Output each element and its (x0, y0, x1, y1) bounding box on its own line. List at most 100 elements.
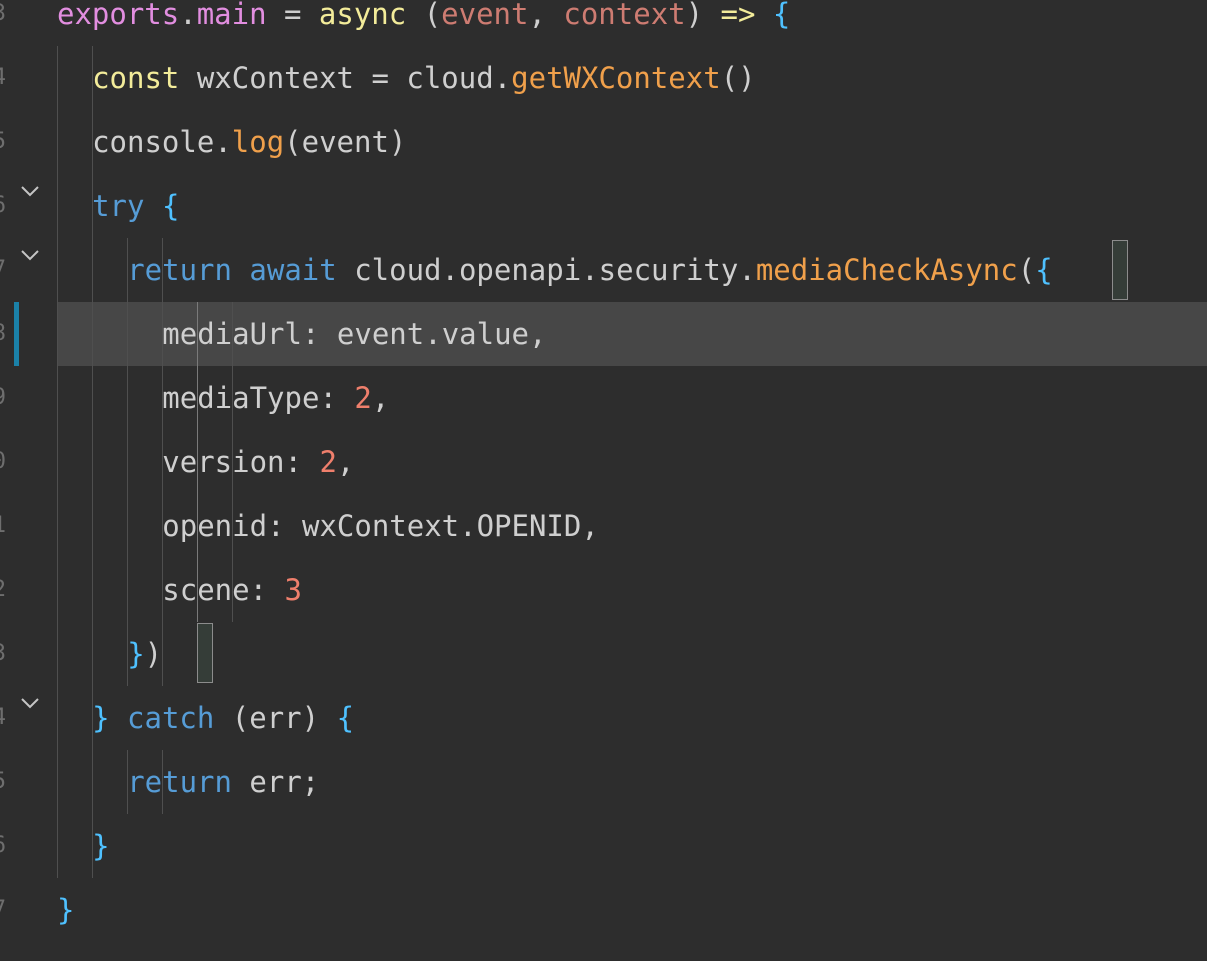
code-token: openid (162, 509, 268, 543)
code-token: openapi (458, 253, 582, 287)
code-token: } (127, 637, 145, 671)
code-line[interactable]: mediaType: 2, (162, 366, 389, 430)
code-token: ( (406, 0, 442, 31)
bracket-match-highlight (1112, 240, 1128, 300)
code-line[interactable]: return err; (127, 750, 319, 814)
code-line[interactable]: return await cloud.openapi.security.medi… (127, 238, 1052, 302)
code-token: wxContext = (179, 61, 407, 95)
code-token: . (179, 0, 197, 31)
code-line[interactable]: scene: 3 (162, 558, 302, 622)
code-token: . (493, 61, 512, 95)
code-token: console (92, 125, 215, 159)
code-token: catch (127, 701, 215, 735)
code-line[interactable]: try { (92, 174, 179, 238)
code-token: } (57, 893, 75, 927)
code-token: ) (144, 637, 163, 671)
line-number: 7 (0, 878, 6, 942)
line-number: 1 (0, 494, 6, 558)
code-token: event (441, 0, 529, 31)
line-number: 3 (0, 622, 6, 686)
code-token: 2 (319, 445, 337, 479)
code-line[interactable]: } (57, 878, 74, 942)
code-token: , (528, 0, 564, 31)
code-token: () (720, 61, 756, 95)
code-token: version (162, 445, 285, 479)
indent-guide (57, 46, 58, 878)
code-line[interactable]: } catch (err) { (92, 686, 354, 750)
line-number: 3 (0, 0, 6, 46)
line-number: 6 (0, 814, 6, 878)
code-token: , (371, 381, 390, 415)
code-token: , (529, 317, 547, 351)
code-token: = (266, 0, 319, 31)
line-number: 6 (0, 174, 6, 238)
code-line[interactable]: } (92, 814, 109, 878)
code-line[interactable]: exports.main = async (event, context) =>… (57, 0, 790, 46)
code-token: cloud (336, 253, 442, 287)
fold-chevron-icon[interactable] (20, 693, 40, 713)
code-token: main (196, 0, 267, 31)
code-token: cloud (406, 61, 494, 95)
code-token: , (336, 445, 355, 479)
code-token: . (214, 125, 232, 159)
code-token: const (92, 61, 180, 95)
code-editor[interactable]: 345678901234567 exports.main = async (ev… (0, 0, 1207, 961)
code-token: . (424, 317, 442, 351)
code-token: wxContext (301, 509, 460, 543)
code-token: (event) (284, 125, 407, 159)
code-token: . (738, 253, 756, 287)
code-token: exports (57, 0, 180, 31)
code-token: ( (1017, 253, 1036, 287)
code-line[interactable]: console.log(event) (92, 110, 406, 174)
line-number: 5 (0, 750, 6, 814)
code-token: 3 (284, 573, 302, 607)
code-line[interactable]: }) (127, 622, 162, 686)
modified-line-indicator (14, 302, 19, 366)
code-token: : (301, 317, 337, 351)
line-number: 7 (0, 238, 6, 302)
code-token: } (92, 829, 110, 863)
code-token: : (284, 445, 320, 479)
code-token: : (319, 381, 355, 415)
code-line[interactable]: version: 2, (162, 430, 354, 494)
code-line[interactable]: openid: wxContext.OPENID, (162, 494, 599, 558)
line-number: 5 (0, 110, 6, 174)
code-token: return (127, 253, 232, 287)
code-token: log (231, 125, 285, 159)
code-token: (err) (214, 701, 337, 735)
code-token: value (441, 317, 529, 351)
line-number: 9 (0, 366, 6, 430)
code-token: { (772, 0, 791, 31)
code-token: : (249, 573, 285, 607)
code-token: } (92, 701, 110, 735)
code-token: : (267, 509, 302, 543)
code-token: => (720, 0, 756, 31)
code-token: getWXContext (511, 61, 721, 95)
code-token: { (161, 189, 180, 223)
code-token: , (581, 509, 599, 543)
code-token: mediaUrl (162, 317, 302, 351)
line-number: 4 (0, 686, 6, 750)
code-token: { (1035, 253, 1053, 287)
line-number: 2 (0, 558, 6, 622)
code-token: mediaType (162, 381, 320, 415)
code-line[interactable]: mediaUrl: event.value, (162, 302, 546, 366)
line-number: 4 (0, 46, 6, 110)
fold-chevron-icon[interactable] (20, 181, 40, 201)
code-token: . (441, 253, 459, 287)
code-token: event (336, 317, 425, 351)
indent-guide (127, 238, 128, 686)
gutter: 345678901234567 (0, 0, 57, 961)
code-token: return (127, 765, 232, 799)
line-number: 0 (0, 430, 6, 494)
code-token: { (336, 701, 355, 735)
code-token: scene (162, 573, 250, 607)
line-number: 8 (0, 302, 6, 366)
code-line[interactable]: const wxContext = cloud.getWXContext() (92, 46, 756, 110)
code-token: ) (685, 0, 721, 31)
bracket-match-highlight (197, 623, 213, 683)
fold-chevron-icon[interactable] (20, 245, 40, 265)
